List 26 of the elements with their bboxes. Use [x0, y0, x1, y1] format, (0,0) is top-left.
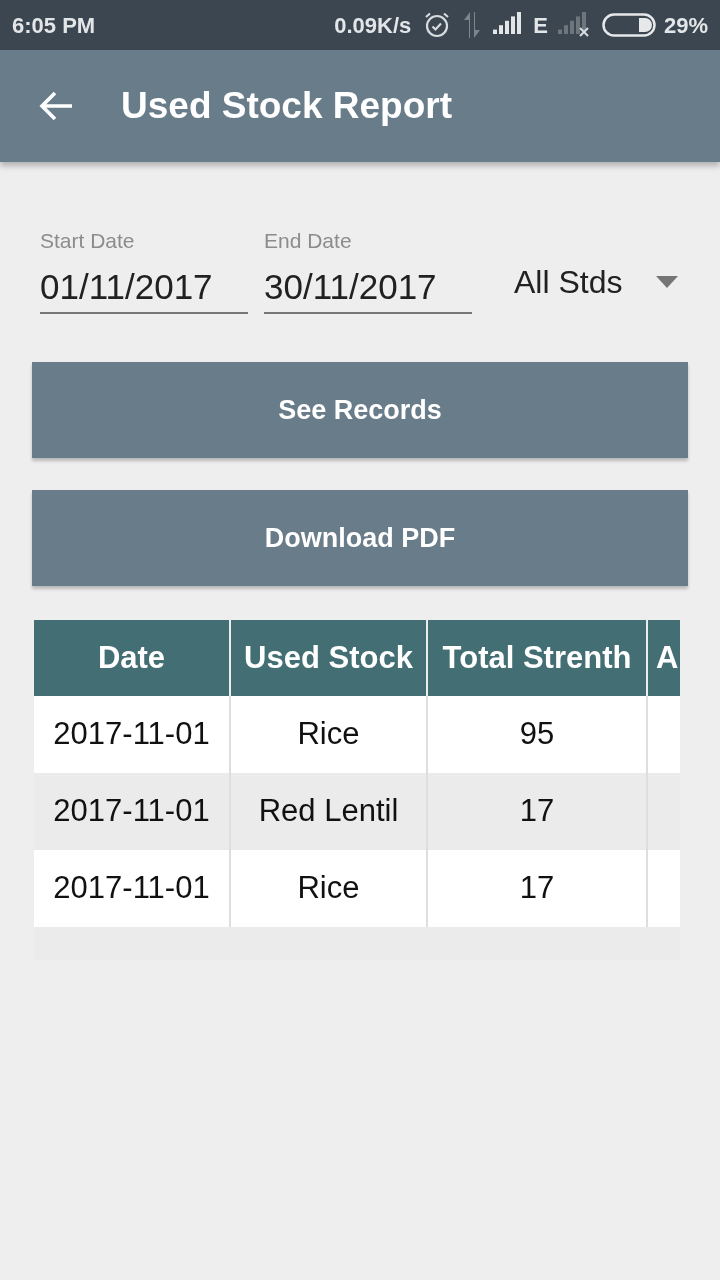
table-cell-text: 2017-11-01	[53, 869, 210, 908]
table-cell-text: 2017-11-01	[53, 792, 210, 831]
status-time: 6:05 PM	[12, 11, 96, 40]
battery-icon	[601, 13, 656, 37]
date-field[interactable]: 01/11/2017	[40, 266, 248, 314]
battery-percent: 29%	[663, 11, 708, 40]
network-speed: 0.09K/s	[334, 11, 412, 40]
field-label: Start Date	[40, 228, 136, 254]
dropdown-caret-icon	[656, 276, 678, 288]
back-arrow-icon	[39, 91, 73, 121]
action-button[interactable]: Download PDF	[32, 490, 688, 586]
table-cell-text: 17	[519, 792, 555, 831]
network-type: E	[533, 11, 548, 40]
action-button[interactable]: See Records	[32, 362, 688, 458]
date-field[interactable]: 30/11/2017	[264, 266, 472, 314]
field-label: End Date	[264, 228, 353, 254]
table-cell-text: Red Lentil	[258, 792, 399, 831]
table-cell-text: Rice	[297, 869, 360, 908]
table-cell-text: Rice	[297, 715, 360, 754]
table-cell-text: 17	[519, 869, 555, 908]
no-signal-icon	[557, 12, 592, 38]
page-title: Used Stock Report	[121, 84, 452, 129]
table-cell-text: 2017-11-01	[53, 715, 210, 754]
column-header: Date	[96, 638, 167, 677]
standard-dropdown[interactable]: All Stds	[514, 262, 684, 302]
table-cell-text: 95	[519, 715, 555, 754]
